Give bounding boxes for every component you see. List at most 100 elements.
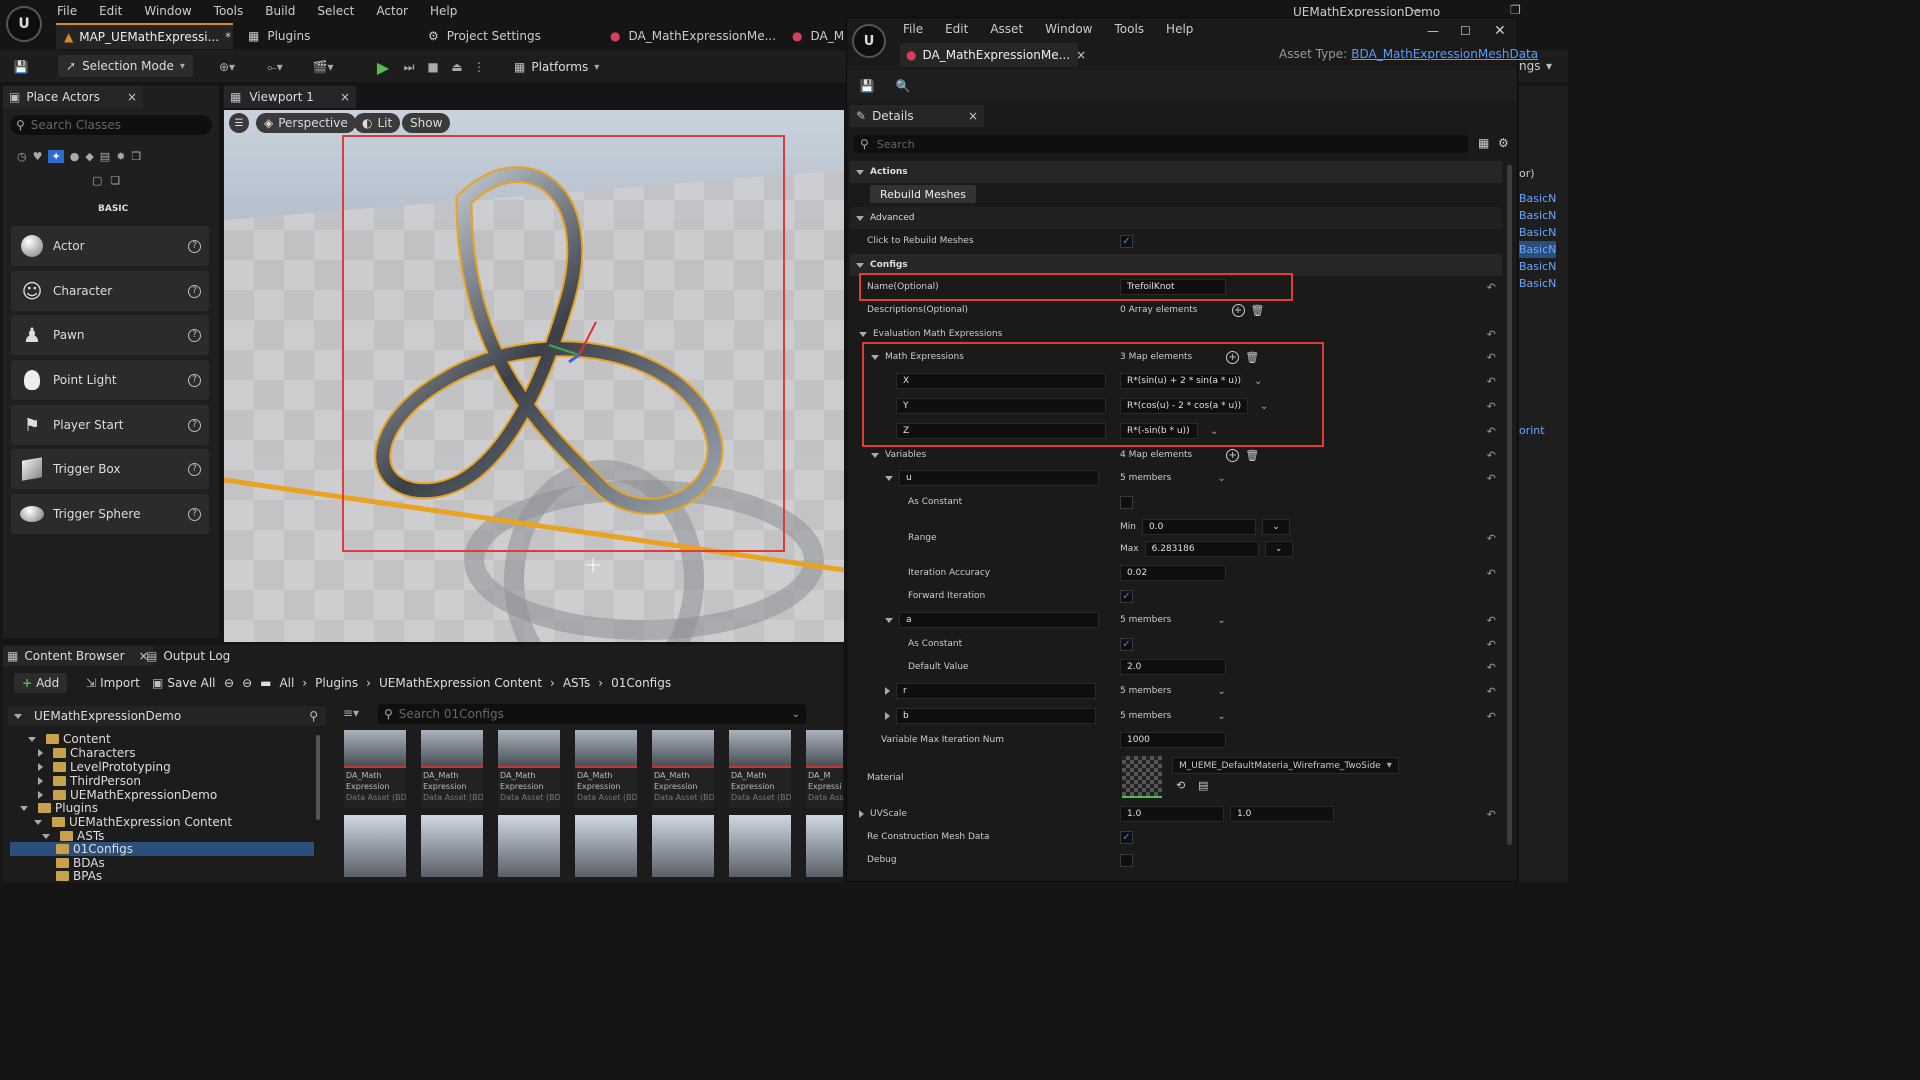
close-icon[interactable]: × — [127, 90, 137, 104]
menu-edit[interactable]: Edit — [99, 4, 122, 18]
reset-icon[interactable]: ↶ — [1487, 532, 1496, 545]
shapes-icon[interactable]: ♥ — [33, 150, 43, 163]
reset-icon[interactable]: ↶ — [1487, 375, 1496, 388]
variables-row[interactable]: Variables 4 Map elements + 🗑 ↶ — [850, 444, 1502, 467]
max-iteration-field[interactable]: 1000 — [1120, 732, 1226, 748]
tab-map[interactable]: ▲ MAP_UEMathExpressi... * — [56, 23, 233, 49]
help-icon[interactable]: ? — [188, 284, 201, 298]
menu-tools[interactable]: Tools — [214, 4, 244, 18]
variable-b-row[interactable]: b 5 members ⌄ ↶ — [850, 705, 1502, 728]
reset-icon[interactable]: ↶ — [1487, 425, 1496, 438]
help-icon[interactable]: ? — [188, 462, 201, 476]
add-element-icon[interactable]: + — [1231, 303, 1245, 317]
blueprint-icon[interactable]: ⟜▾ — [258, 56, 292, 78]
add-actor-icon[interactable]: ⊕▾ — [212, 56, 242, 78]
breadcrumb-01configs[interactable]: 01Configs — [611, 676, 671, 690]
reset-icon[interactable]: ↶ — [1487, 614, 1496, 627]
asset-tile[interactable]: DA_Math Expression Data Asset (BD... — [421, 730, 483, 808]
unreal-logo[interactable]: U — [852, 24, 886, 58]
reset-icon[interactable]: ↶ — [1487, 351, 1496, 364]
asset-tile[interactable] — [806, 815, 843, 877]
asset-editor-tab[interactable]: ● DA_MathExpressionMe... × — [900, 43, 1086, 67]
all-classes-icon[interactable]: ❏ — [110, 174, 120, 187]
tree-item-thirdperson[interactable]: ThirdPerson — [32, 774, 141, 788]
reset-icon[interactable]: ↶ — [1487, 710, 1496, 723]
menu-help[interactable]: Help — [1166, 22, 1193, 36]
viewport-tab[interactable]: ▦ Viewport 1 × — [224, 86, 356, 108]
cinematics-icon[interactable]: 🎬▾ — [306, 56, 340, 78]
asset-tile[interactable]: DA_Math Expression Data Asset (BD... — [652, 730, 714, 808]
asset-tile[interactable] — [729, 815, 791, 877]
chevron-down-icon[interactable]: ⌄ — [1217, 473, 1225, 484]
step-icon[interactable]: ⏭ — [398, 56, 420, 78]
debug-checkbox[interactable] — [1120, 853, 1133, 867]
details-search-input[interactable]: ⚲ Search — [854, 135, 1468, 153]
save-icon[interactable]: 💾 — [856, 75, 878, 97]
use-selected-icon[interactable]: ⟲ — [1176, 779, 1185, 792]
main-minimize-icon[interactable]: — — [1410, 3, 1422, 17]
platforms-button[interactable]: ▦ Platforms ▾ — [514, 56, 599, 78]
variable-a-field[interactable]: a — [899, 612, 1099, 628]
menu-edit[interactable]: Edit — [945, 22, 968, 36]
tab-project-settings[interactable]: ⚙ Project Settings — [420, 23, 549, 49]
asset-tile[interactable] — [575, 815, 637, 877]
tab-asset-1[interactable]: ● DA_MathExpressionMe... — [602, 23, 784, 49]
play-icon[interactable]: ▶ — [372, 56, 394, 78]
asset-type-link[interactable]: BDA_MathExpressionMeshData — [1351, 47, 1538, 61]
actor-item-actor[interactable]: Actor? — [11, 226, 209, 266]
save-all-button[interactable]: ▣ Save All — [152, 673, 216, 693]
tree-root-header[interactable]: UEMathExpressionDemo ⚲ — [8, 706, 326, 726]
reset-icon[interactable]: ↶ — [1487, 638, 1496, 651]
tree-item-bpas[interactable]: BPAs — [56, 870, 102, 882]
more-options-icon[interactable]: ⋮ — [472, 56, 486, 78]
chevron-down-icon[interactable]: ⌄ — [1217, 711, 1225, 722]
save-icon[interactable]: 💾 — [10, 56, 32, 78]
visual-effects-icon[interactable]: ✸ — [116, 150, 125, 163]
close-icon[interactable]: × — [340, 90, 350, 104]
variable-u-row[interactable]: u 5 members ⌄ ↶ — [850, 467, 1502, 490]
minimize-icon[interactable]: — — [1427, 24, 1439, 38]
filter-button[interactable]: ≡▾ — [343, 706, 359, 720]
back-icon[interactable]: ⊖ — [224, 676, 234, 690]
menu-actor[interactable]: Actor — [376, 4, 408, 18]
material-dropdown[interactable]: M_UEME_DefaultMateria_Wireframe_TwoSide … — [1172, 757, 1399, 774]
menu-file[interactable]: File — [903, 22, 923, 36]
tree-item-levelprototyping[interactable]: LevelPrototyping — [32, 760, 171, 774]
menu-file[interactable]: File — [57, 4, 77, 18]
help-icon[interactable]: ? — [188, 239, 201, 253]
help-icon[interactable]: ? — [188, 373, 201, 387]
chevron-down-icon[interactable]: ⌄ — [792, 709, 800, 720]
search-icon[interactable]: ⚲ — [309, 709, 318, 723]
trash-icon[interactable]: 🗑 — [1245, 449, 1259, 462]
reconstruction-checkbox[interactable]: ✓ — [1120, 830, 1133, 844]
chevron-down-icon[interactable]: ⌄ — [1261, 519, 1290, 535]
menu-select[interactable]: Select — [317, 4, 354, 18]
tab-plugins[interactable]: ▦ Plugins — [240, 23, 318, 49]
main-restore-icon[interactable]: ❐ — [1510, 3, 1521, 17]
uvscale-x-field[interactable]: 1.0 — [1120, 806, 1224, 822]
help-icon[interactable]: ? — [188, 418, 201, 432]
actor-item-character[interactable]: ☺ Character? — [11, 271, 209, 311]
a-default-value-field[interactable]: 2.0 — [1120, 659, 1226, 675]
help-icon[interactable]: ? — [188, 507, 201, 521]
tree-item-characters[interactable]: Characters — [32, 746, 136, 760]
tree-item-01configs[interactable]: 01Configs — [10, 842, 314, 856]
chevron-down-icon[interactable]: ⌄ — [1217, 615, 1225, 626]
details-tab[interactable]: ✎ Details × — [850, 105, 984, 127]
u-max-field[interactable]: 6.283186 — [1144, 541, 1259, 557]
reset-icon[interactable]: ↶ — [1487, 472, 1496, 485]
chevron-down-icon[interactable]: ⌄ — [1217, 686, 1225, 697]
reset-icon[interactable]: ↶ — [1487, 661, 1496, 674]
reset-icon[interactable]: ↶ — [1487, 808, 1496, 821]
actor-item-trigger-box[interactable]: Trigger Box? — [11, 449, 209, 489]
details-scrollbar[interactable] — [1507, 165, 1512, 845]
variable-r-row[interactable]: r 5 members ⌄ ↶ — [850, 680, 1502, 703]
variable-b-field[interactable]: b — [896, 708, 1096, 724]
tree-item-bdas[interactable]: BDAs — [56, 856, 105, 870]
u-min-field[interactable]: 0.0 — [1141, 519, 1256, 535]
breadcrumb-plugins[interactable]: Plugins — [315, 676, 358, 690]
breadcrumb-uemathexpression-content[interactable]: UEMathExpression Content — [379, 676, 542, 690]
import-button[interactable]: ⇲ Import — [86, 673, 140, 693]
asset-tile[interactable]: DA_Math Expression Data Asset (BD... — [575, 730, 637, 808]
chevron-down-icon[interactable]: ▾ — [1546, 59, 1552, 73]
